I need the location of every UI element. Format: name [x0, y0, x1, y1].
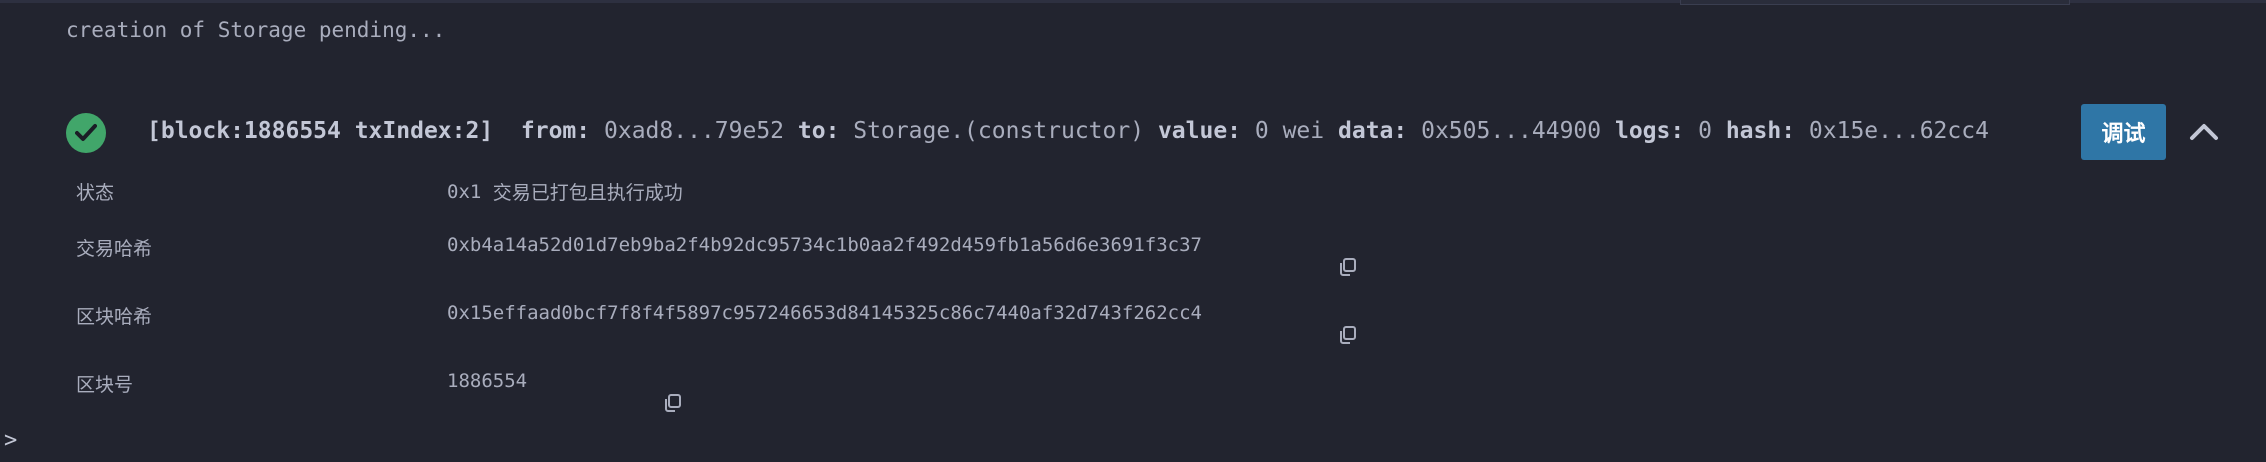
- data-value: 0x505...44900: [1421, 118, 1602, 144]
- logs-key: logs:: [1614, 118, 1685, 144]
- block-hash-value: 0x15effaad0bcf7f8f4f5897c957246653d84145…: [447, 302, 1202, 324]
- terminal-panel: creation of Storage pending... [block:18…: [0, 0, 2266, 462]
- data-key: data:: [1338, 118, 1408, 144]
- from-key: from:: [520, 118, 591, 144]
- detail-row-block-hash: 区块哈希 0x15effaad0bcf7f8f4f5897c957246653d…: [76, 300, 1376, 368]
- copy-icon[interactable]: [549, 371, 682, 412]
- console-prompt[interactable]: >: [4, 428, 17, 453]
- detail-row-tx-hash: 交易哈希 0xb4a14a52d01d7eb9ba2f4b92dc95734c1…: [76, 232, 1376, 300]
- transaction-summary: [block:1886554 txIndex:2] from: 0xad8...…: [147, 118, 1989, 144]
- block-number-value: 1886554: [447, 370, 528, 392]
- logs-value: 0: [1698, 118, 1712, 144]
- check-circle-icon: [66, 113, 106, 153]
- from-value: 0xad8...79e52: [604, 118, 785, 144]
- hash-key: hash:: [1725, 118, 1796, 144]
- hash-value: 0x15e...62cc4: [1808, 118, 1989, 144]
- status-value: 0x1 交易已打包且执行成功: [447, 178, 683, 205]
- copy-icon[interactable]: [1224, 303, 1357, 344]
- block-number-value-wrap: 1886554: [447, 370, 682, 412]
- detail-row-block-number: 区块号 1886554: [76, 368, 1376, 436]
- copy-icon[interactable]: [1224, 235, 1357, 276]
- to-key: to:: [797, 118, 840, 144]
- tx-hash-value-wrap: 0xb4a14a52d01d7eb9ba2f4b92dc95734c1b0aa2…: [447, 234, 1357, 276]
- tx-hash-label: 交易哈希: [76, 238, 153, 260]
- status-code: 0x1: [447, 180, 482, 203]
- chevron-up-icon[interactable]: [2184, 112, 2224, 152]
- block-info: [block:1886554 txIndex:2]: [147, 118, 494, 144]
- pending-message: creation of Storage pending...: [66, 18, 446, 42]
- debug-button[interactable]: 调试: [2081, 104, 2166, 160]
- to-value: Storage.(constructor): [853, 118, 1145, 144]
- transaction-summary-row[interactable]: [block:1886554 txIndex:2] from: 0xad8...…: [66, 104, 2236, 160]
- status-label: 状态: [76, 182, 115, 204]
- transaction-details: 状态 0x1 交易已打包且执行成功 交易哈希 0xb4a14a52d01d7eb…: [76, 176, 1376, 436]
- block-hash-label: 区块哈希: [76, 306, 153, 328]
- top-tab-edge: [1680, 0, 2070, 5]
- value-value: 0 wei: [1254, 118, 1325, 144]
- status-text: 交易已打包且执行成功: [492, 182, 683, 204]
- block-hash-value-wrap: 0x15effaad0bcf7f8f4f5897c957246653d84145…: [447, 302, 1357, 344]
- value-key: value:: [1157, 118, 1242, 144]
- tx-hash-value: 0xb4a14a52d01d7eb9ba2f4b92dc95734c1b0aa2…: [447, 234, 1202, 256]
- block-number-label: 区块号: [76, 374, 134, 396]
- detail-row-status: 状态 0x1 交易已打包且执行成功: [76, 176, 1376, 232]
